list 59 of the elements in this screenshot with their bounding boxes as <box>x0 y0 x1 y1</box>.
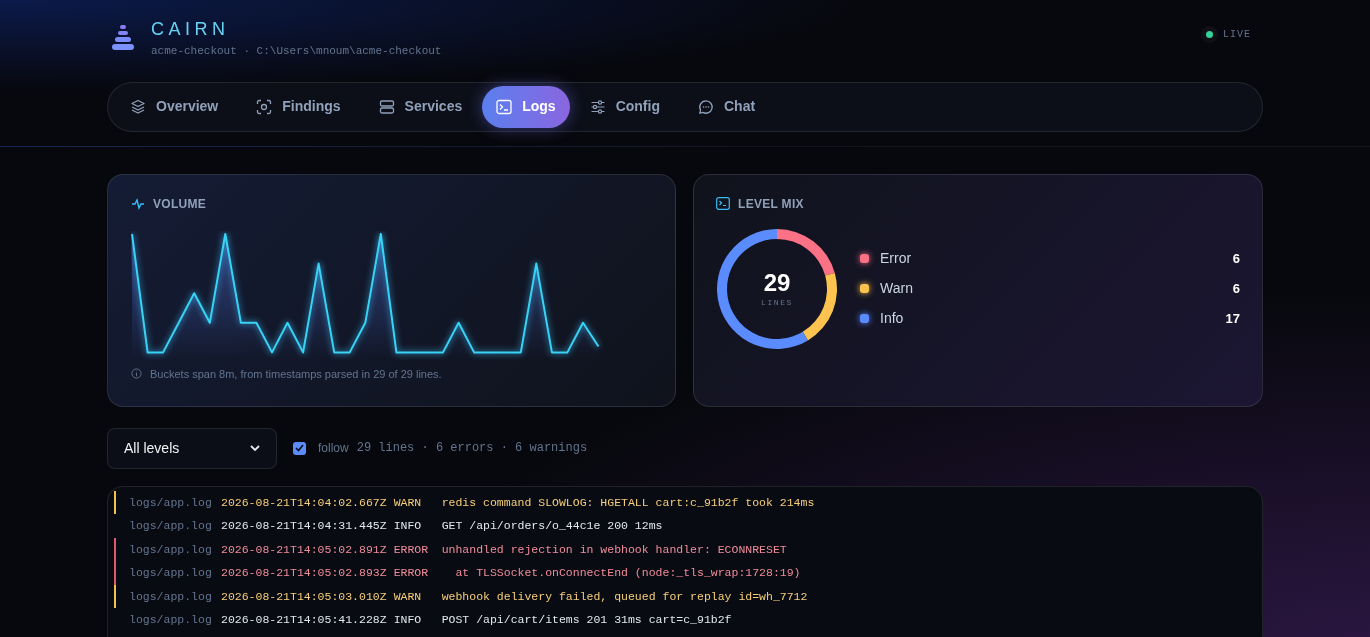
nav-tab[interactable]: Overview <box>112 85 237 128</box>
log-timestamp: 2026-08-21T14:04:31.445Z <box>221 518 387 535</box>
follow-checkbox[interactable] <box>293 441 306 455</box>
layers-icon <box>130 98 146 115</box>
legend-label: Info <box>880 309 905 328</box>
log-message: GET /api/orders/o_44c1e 200 12ms <box>441 518 663 535</box>
legend-count: 17 <box>1225 309 1240 328</box>
log-file: logs/app.log <box>129 541 213 558</box>
log-file: logs/app.log <box>129 612 213 629</box>
log-message: webhook delivery failed, queued for replay id=wh_7712 <box>441 588 808 605</box>
legend-label: Warn <box>880 279 914 298</box>
log-level: ERROR <box>393 541 430 558</box>
legend-label: Error <box>880 249 913 268</box>
card-title: VOLUME <box>153 195 207 213</box>
log-file: logs/app.log <box>129 518 213 535</box>
pulse-icon <box>131 197 145 210</box>
live-status: LIVE <box>1223 28 1251 42</box>
volume-note: Buckets span 8m, from timestamps parsed in 29 of 29 lines. <box>150 366 442 382</box>
nav-tab[interactable]: Chat <box>680 85 774 128</box>
card-title: LEVEL MIX <box>738 195 804 213</box>
scan-icon <box>256 98 273 115</box>
level-select[interactable]: All levels <box>107 427 277 469</box>
chevron-down-icon <box>250 444 260 452</box>
legend-count: 6 <box>1232 249 1240 268</box>
log-file: logs/app.log <box>129 565 213 582</box>
nav-tab[interactable]: Services <box>360 85 481 128</box>
log-file: logs/app.log <box>129 588 213 605</box>
log-timestamp: 2026-08-21T14:05:02.891Z <box>221 541 387 558</box>
log-message: at TLSSocket.onConnectEnd (node:_tls_wrap:1728:19) <box>454 565 801 582</box>
legend-count: 6 <box>1232 279 1240 298</box>
log-message: redis command SLOWLOG: HGETALL cart:c_91b2f took 214ms <box>441 494 815 511</box>
nav-tab[interactable]: Findings <box>238 85 359 128</box>
log-timestamp: 2026-08-21T14:05:02.893Z <box>221 565 387 582</box>
stack-logo-icon <box>111 25 135 52</box>
log-timestamp: 2026-08-21T14:04:02.667Z <box>221 494 387 511</box>
nav-tab[interactable]: Config <box>571 85 678 128</box>
log-level: INFO <box>393 518 423 535</box>
server-icon <box>378 98 395 115</box>
total-count: 29 <box>763 268 791 297</box>
log-message: POST /api/cart/items 201 31ms cart=c_91b2f <box>441 612 732 629</box>
log-level: WARN <box>393 588 423 605</box>
terminal-icon <box>716 197 730 210</box>
follow-label: follow <box>318 440 349 457</box>
total-label: LINES <box>761 296 793 309</box>
nav-tab[interactable]: Logs <box>482 85 570 128</box>
project-path: acme-checkout · C:\Users\mnoum\acme-checkout <box>151 44 442 59</box>
sliders-icon <box>589 98 606 115</box>
app-title: CAIRN <box>151 18 231 41</box>
log-level: ERROR <box>393 565 430 582</box>
info-icon <box>131 368 142 380</box>
chat-bubble-icon <box>698 98 714 115</box>
terminal-icon <box>496 98 513 115</box>
log-timestamp: 2026-08-21T14:05:41.228Z <box>221 612 387 629</box>
log-message: unhandled rejection in webhook handler: ECONNRESET <box>441 541 787 558</box>
log-summary: 29 lines · 6 errors · 6 warnings <box>356 440 588 457</box>
log-timestamp: 2026-08-21T14:05:03.010Z <box>221 588 387 605</box>
log-file: logs/app.log <box>129 494 213 511</box>
log-level: INFO <box>393 612 423 629</box>
log-level: WARN <box>393 494 423 511</box>
